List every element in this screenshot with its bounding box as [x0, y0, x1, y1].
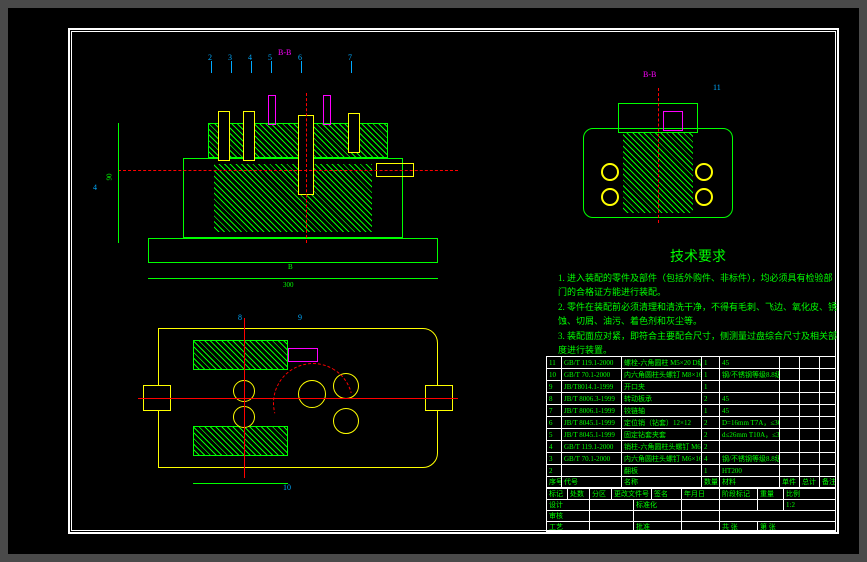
plan-bush-top: [288, 348, 318, 362]
section-label: B-B: [278, 48, 291, 57]
tb-proc: 工艺: [546, 522, 590, 531]
bom-hdr-mat: 材料: [720, 477, 780, 487]
plan-view: 8 9 10: [158, 318, 438, 478]
tb-div: 分区: [590, 489, 612, 499]
plan-hatch-bottom: [193, 426, 288, 456]
horiz-centerline: [118, 170, 458, 171]
bom-row: 11GB/T 119.1-2000螺栓-六角圆柱 M5×20 D级145: [546, 356, 836, 368]
side-hole-l1: [601, 163, 619, 181]
bom-hdr-qty: 数量: [702, 477, 720, 487]
side-bush: [663, 111, 683, 131]
callout-11: 11: [713, 83, 721, 92]
bolt-3: [348, 113, 360, 153]
dim-width: 300: [283, 281, 294, 289]
tb-std: 标准化: [634, 500, 682, 510]
tb-date: 年月日: [682, 489, 720, 499]
tb-weight: 重量: [758, 489, 784, 499]
bom-row: 5JB/T 8045.1-1999固定钻套夹套2d≤26mm T10A，≤30m…: [546, 428, 836, 440]
tb-check: 审核: [546, 511, 590, 521]
bom-row: 7JB/T 8006.1-1999铰链轴145: [546, 404, 836, 416]
bom-table: 11GB/T 119.1-2000螺栓-六角圆柱 M5×20 D级14510GB…: [546, 356, 836, 476]
callout-8: 8: [238, 313, 242, 322]
bom-row: 10GB/T 70.1-2000内六角圆柱头螺钉 M8×161钢/不锈钢等级8.…: [546, 368, 836, 380]
tb-ratio: 比例: [784, 489, 836, 499]
callout-10: 10: [283, 483, 291, 492]
tb-scale: 1:2: [784, 500, 836, 510]
dim-height: 90: [106, 174, 114, 181]
dim-mid: B: [288, 263, 293, 271]
plan-v-centerline: [244, 318, 245, 478]
technical-requirements: 技术要求 1. 进入装配的零件及部件（包括外购件、非标件），均必须具有检验部门的…: [558, 246, 838, 359]
bom-row: 4GB/T 119.1-2000销柱-六角圆柱头螺钉 M6×252: [546, 440, 836, 452]
tech-req-item-1: 1. 进入装配的零件及部件（包括外购件、非标件），均必须具有检验部门的合格证方能…: [558, 272, 838, 299]
drill-bush-1: [268, 95, 276, 125]
bolt-2: [243, 111, 255, 161]
tb-sheet: 第 张: [758, 522, 836, 531]
tech-req-item-3: 3. 装配面应对紧，即符合主要配合尺寸，侧测量过盘综合尺寸及相关部度进行装置。: [558, 330, 838, 357]
tech-req-title: 技术要求: [558, 246, 838, 266]
tb-approve: 批准: [634, 522, 682, 531]
bom-hdr-note: 备注: [820, 477, 836, 487]
bom-hdr-total: 总计: [800, 477, 820, 487]
tb-change: 更改文件号: [612, 489, 652, 499]
drill-bush-2: [323, 95, 331, 125]
bom-hdr-unit: 单件: [780, 477, 800, 487]
tb-stage: 阶段标记: [720, 489, 758, 499]
bom-row: 3GB/T 70.1-2000内六角圆柱头螺钉 M6×164钢/不锈钢等级8.8…: [546, 452, 836, 464]
dim-ext-bottom: [148, 278, 438, 279]
plan-hatch-top: [193, 340, 288, 370]
bom-hdr-name: 名称: [622, 477, 702, 487]
bom-hdr-num: 序号: [546, 477, 562, 487]
bom-row: 2翻板1HT200: [546, 464, 836, 476]
dim-ext-left: [118, 123, 119, 243]
bom-row: 9JB/T8014.1-1999开口夹1: [546, 380, 836, 392]
side-centerline: [658, 88, 659, 223]
title-block: 11GB/T 119.1-2000螺栓-六角圆柱 M5×20 D级14510GB…: [546, 356, 836, 531]
bom-hdr-code: 代号: [562, 477, 622, 487]
bom-row: 8JB/T 8006.3-1999转动板承245: [546, 392, 836, 404]
side-section-view: B-B 11: [583, 88, 733, 218]
tb-sheets: 共 张: [720, 522, 758, 531]
bom-row: 6JB/T 8045.1-1999定位销（钻套）12×122D=16mm T7A…: [546, 416, 836, 428]
side-hole-l2: [601, 188, 619, 206]
base-plate: [148, 238, 438, 263]
side-hole-r2: [695, 188, 713, 206]
front-elevation-view: B-B 2 3 4 5 6 7 90 4 300 B: [148, 63, 438, 263]
tech-req-item-2: 2. 零件在装配前必须清理和清洗干净，不得有毛刺、飞边、氧化皮、锈蚀、切屑、油污…: [558, 301, 838, 328]
callout-9: 9: [298, 313, 302, 322]
side-hole-r1: [695, 163, 713, 181]
side-section-label: B-B: [643, 70, 656, 79]
tb-mark: 标记: [546, 489, 568, 499]
plan-dim-line: [193, 483, 288, 484]
tb-zone: 处数: [568, 489, 590, 499]
bolt-1: [218, 111, 230, 161]
tb-design: 设计: [546, 500, 590, 510]
callout-left: 4: [93, 183, 97, 192]
vert-centerline: [306, 93, 307, 243]
tb-sign: 签名: [652, 489, 682, 499]
